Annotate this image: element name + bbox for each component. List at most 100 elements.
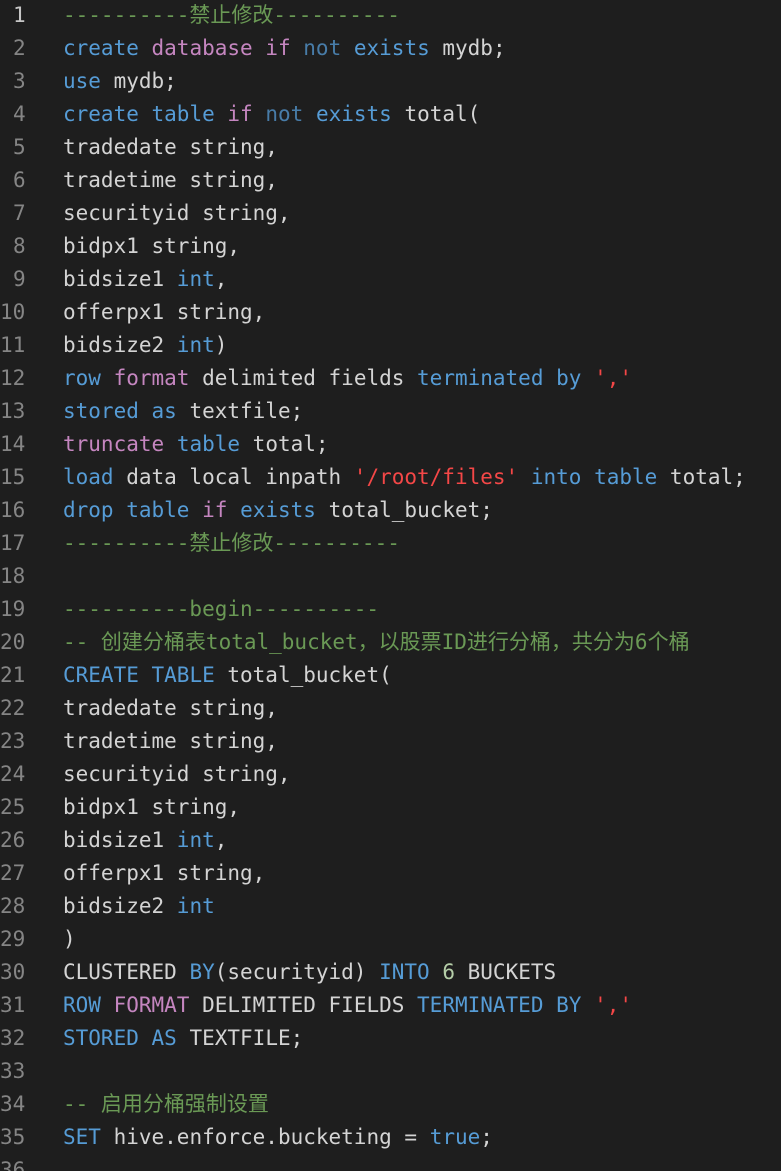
code-line[interactable]: 8 bidpx1 string, — [0, 230, 781, 263]
code-line[interactable]: 14 truncate table total; — [0, 428, 781, 461]
code-text: CLUSTERED BY(securityid) INTO 6 BUCKETS — [63, 956, 556, 989]
code-line[interactable]: 18 — [0, 560, 781, 593]
code-line[interactable]: 15 load data local inpath '/root/files' i… — [0, 461, 781, 494]
code-line[interactable]: 33 — [0, 1055, 781, 1088]
code-token: data local inpath — [113, 465, 354, 489]
code-line[interactable]: 3 use mydb; — [0, 65, 781, 98]
code-text: drop table if exists total_bucket; — [63, 494, 493, 527]
code-text: tradedate string, — [63, 131, 278, 164]
code-line[interactable]: 6 tradetime string, — [0, 164, 781, 197]
code-text: truncate table total; — [63, 428, 329, 461]
code-token: STORED — [63, 1026, 139, 1050]
code-line[interactable]: 34 -- 启用分桶强制设置 — [0, 1088, 781, 1121]
code-line[interactable]: 4 create table if not exists total( — [0, 98, 781, 131]
code-line[interactable]: 7 securityid string, — [0, 197, 781, 230]
code-line[interactable]: 13 stored as textfile; — [0, 395, 781, 428]
code-text: tradetime string, — [63, 164, 278, 197]
code-token: FORMAT — [113, 993, 190, 1017]
line-number: 22 — [0, 696, 26, 720]
code-line[interactable]: 30 CLUSTERED BY(securityid) INTO 6 BUCKET… — [0, 956, 781, 989]
code-line[interactable]: 25 bidpx1 string, — [0, 791, 781, 824]
code-line[interactable]: 23 tradetime string, — [0, 725, 781, 758]
code-line[interactable]: 17 ----------禁止修改---------- — [0, 527, 781, 560]
code-editor[interactable]: 1 ----------禁止修改---------- 2 create databas… — [0, 0, 781, 1171]
line-number: 16 — [0, 498, 26, 522]
code-line[interactable]: 22 tradedate string, — [0, 692, 781, 725]
code-token: tradetime string, — [63, 729, 278, 753]
code-line[interactable]: 26 bidsize1 int, — [0, 824, 781, 857]
code-token: tradedate string, — [63, 696, 278, 720]
code-text: bidsize1 int, — [63, 263, 227, 296]
line-number: 11 — [0, 333, 26, 357]
code-token: table — [594, 465, 658, 489]
code-line[interactable]: 1 ----------禁止修改---------- — [0, 0, 781, 32]
code-token: offerpx1 string, — [63, 861, 266, 885]
code-token: = — [404, 1125, 418, 1149]
code-token: use — [63, 69, 101, 93]
code-text: ) — [63, 923, 76, 956]
code-text: ----------禁止修改---------- — [63, 527, 400, 560]
code-token: 6 — [442, 960, 455, 984]
code-line[interactable]: 2 create database if not exists mydb; — [0, 32, 781, 65]
code-token: ----------禁止修改---------- — [63, 3, 400, 27]
code-text: load data local inpath '/root/files' int… — [63, 461, 746, 494]
code-token: ----------begin---------- — [63, 597, 380, 621]
line-number: 7 — [13, 201, 26, 225]
code-text: offerpx1 string, — [63, 857, 265, 890]
code-text: stored as textfile; — [63, 395, 303, 428]
code-token: table — [126, 498, 190, 522]
code-line[interactable]: 31 ROW FORMAT DELIMITED FIELDS TERMINATED… — [0, 989, 781, 1022]
code-line[interactable]: 10 offerpx1 string, — [0, 296, 781, 329]
line-number: 8 — [13, 234, 26, 258]
code-token: TABLE — [151, 663, 215, 687]
code-line[interactable]: 35 SET hive.enforce.bucketing = true; — [0, 1121, 781, 1154]
line-number: 6 — [13, 168, 26, 192]
code-text: tradedate string, — [63, 692, 278, 725]
code-line[interactable]: 21 CREATE TABLE total_bucket( — [0, 659, 781, 692]
code-text: ----------begin---------- — [63, 593, 379, 626]
code-line[interactable]: 16 drop table if exists total_bucket; — [0, 494, 781, 527]
code-token: INTO — [379, 960, 430, 984]
code-line[interactable]: 28 bidsize2 int — [0, 890, 781, 923]
code-line[interactable]: 36 — [0, 1154, 781, 1171]
code-line[interactable]: 20 -- 创建分桶表total_bucket，以股票ID进行分桶，共分为6个桶 — [0, 626, 781, 659]
code-text: bidsize1 int, — [63, 824, 227, 857]
code-line[interactable]: 19 ----------begin---------- — [0, 593, 781, 626]
code-text: create table if not exists total( — [63, 98, 480, 131]
code-line[interactable]: 24 securityid string, — [0, 758, 781, 791]
code-line[interactable]: 11 bidsize2 int) — [0, 329, 781, 362]
code-line[interactable]: 32 STORED AS TEXTFILE; — [0, 1022, 781, 1055]
code-text: bidsize2 int) — [63, 329, 227, 362]
code-line[interactable]: 12 row format delimited fields terminated… — [0, 362, 781, 395]
code-token: stored — [63, 399, 139, 423]
code-text: create database if not exists mydb; — [63, 32, 506, 65]
line-number: 3 — [13, 69, 26, 93]
code-line[interactable]: 9 bidsize1 int, — [0, 263, 781, 296]
code-token: bidpx1 string, — [63, 795, 241, 819]
code-token: mydb; — [429, 36, 506, 60]
code-token: int — [176, 267, 215, 291]
code-token: bidsize2 — [63, 333, 177, 357]
line-number: 17 — [0, 531, 26, 555]
code-token: if — [265, 36, 291, 60]
code-token: hive.enforce.bucketing — [100, 1125, 405, 1149]
code-text: bidsize2 int — [63, 890, 215, 923]
code-token: by — [556, 366, 582, 390]
code-token: total; — [240, 432, 329, 456]
code-line[interactable]: 29) — [0, 923, 781, 956]
code-token: ; — [480, 1125, 493, 1149]
code-token: BUCKETS — [455, 960, 557, 984]
code-line[interactable]: 27 offerpx1 string, — [0, 857, 781, 890]
code-line[interactable]: 5 tradedate string, — [0, 131, 781, 164]
line-number: 21 — [0, 663, 26, 687]
code-token: ) — [63, 927, 76, 951]
code-token: exists — [353, 36, 430, 60]
